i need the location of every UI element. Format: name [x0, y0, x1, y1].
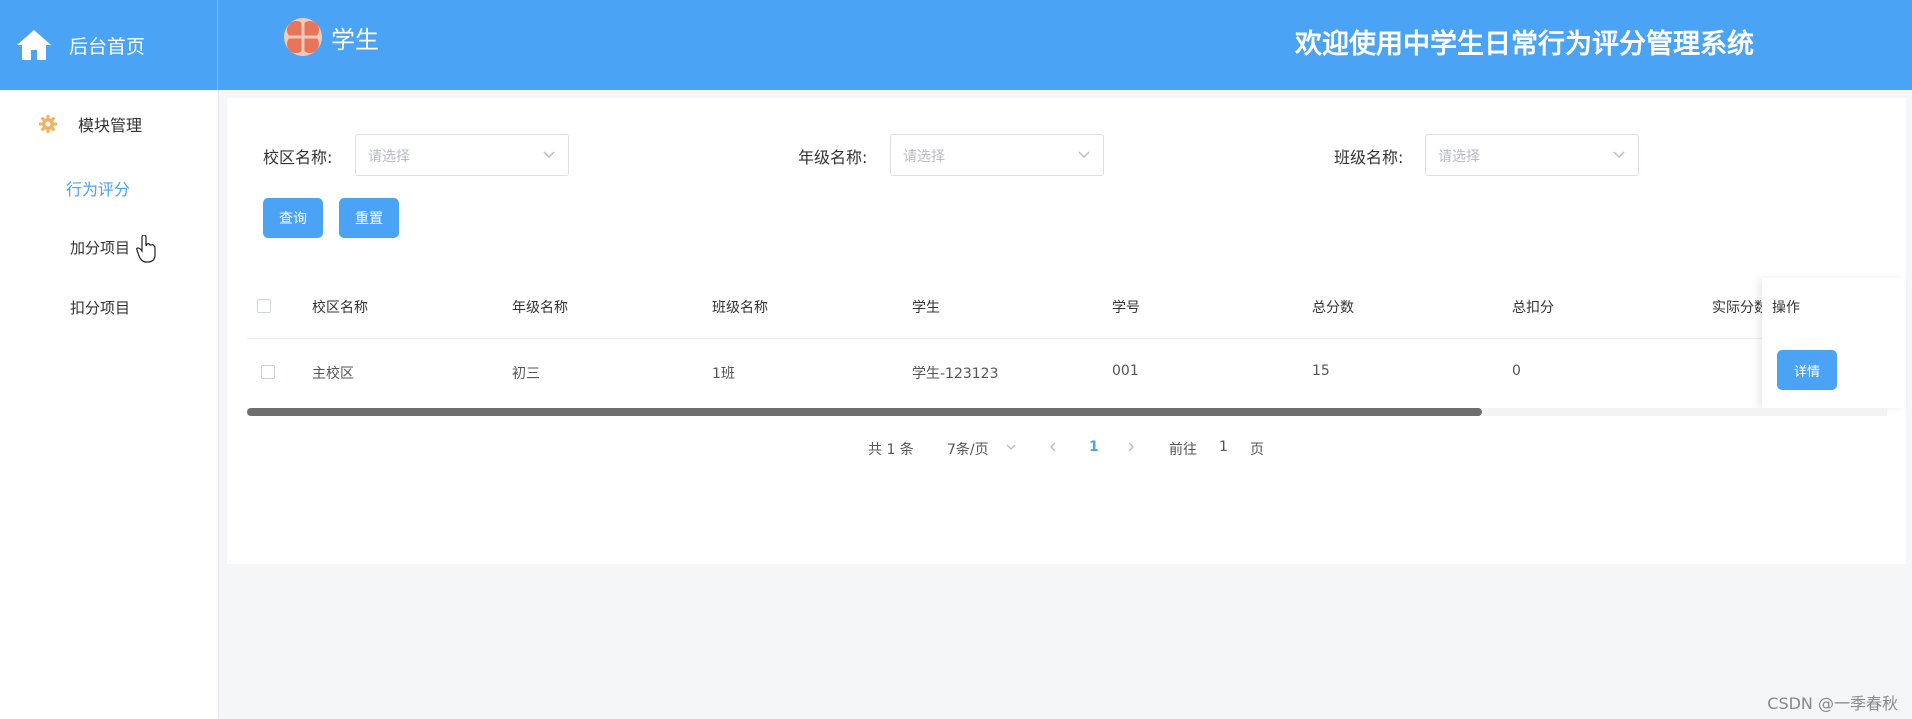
chevron-down-icon — [1613, 151, 1625, 158]
campus-filter-label: 校区名称: — [263, 148, 333, 167]
campus-select[interactable]: 请选择 — [355, 134, 569, 176]
cell-student-no: 001 — [1112, 363, 1139, 379]
column-header-action: 操作 — [1772, 300, 1800, 316]
cell-grade: 初三 — [512, 366, 540, 382]
class-filter-label: 班级名称: — [1334, 148, 1404, 167]
campus-select-placeholder: 请选择 — [368, 149, 410, 165]
class-select[interactable]: 请选择 — [1425, 134, 1639, 176]
reset-button[interactable]: 重置 — [339, 198, 399, 238]
cell-total-deduct: 0 — [1512, 363, 1521, 379]
column-header-student: 学生 — [912, 300, 940, 316]
user-info: 学生 — [284, 18, 379, 56]
sidebar-item-behavior-score[interactable]: 行为评分 — [66, 176, 130, 200]
chevron-down-icon[interactable] — [1005, 441, 1017, 453]
page-size-select[interactable]: 7条/页 — [947, 439, 989, 459]
sidebar: 模块管理 行为评分 加分项目 扣分项目 — [0, 90, 219, 719]
content-card: 校区名称: 请选择 年级名称: 请选择 班级名称: 请选择 查询 重置 校区名称… — [227, 98, 1906, 564]
column-header-grade: 年级名称 — [512, 300, 568, 316]
cell-class: 1班 — [712, 366, 735, 382]
column-header-total-score: 总分数 — [1312, 300, 1354, 316]
sidebar-item-bonus-items[interactable]: 加分项目 — [70, 237, 130, 258]
avatar — [284, 18, 322, 56]
grade-select-placeholder: 请选择 — [903, 149, 945, 165]
home-icon — [17, 30, 51, 60]
row-checkbox[interactable] — [261, 365, 275, 379]
fixed-action-column: 操作 详情 — [1762, 278, 1906, 408]
pagination-total: 共 1 条 — [868, 442, 914, 458]
grade-select[interactable]: 请选择 — [890, 134, 1104, 176]
module-menu-label: 模块管理 — [78, 116, 143, 135]
module-menu-header[interactable]: 模块管理 — [38, 112, 142, 136]
watermark: CSDN @一季春秋 — [1767, 694, 1898, 713]
column-header-total-deduct: 总扣分 — [1512, 300, 1554, 316]
gear-icon — [39, 115, 57, 133]
cell-student: 学生-123123 — [912, 366, 999, 382]
cell-total-score: 15 — [1312, 363, 1330, 379]
column-header-class: 班级名称 — [712, 300, 768, 316]
class-select-placeholder: 请选择 — [1438, 149, 1480, 165]
header-divider — [247, 338, 1887, 339]
home-label: 后台首页 — [69, 35, 146, 58]
prev-page-icon[interactable] — [1047, 441, 1059, 453]
current-page-number[interactable]: 1 — [1089, 439, 1099, 455]
welcome-title: 欢迎使用中学生日常行为评分管理系统 — [1295, 29, 1754, 60]
goto-page-input[interactable]: 1 — [1219, 439, 1228, 455]
chevron-down-icon — [1078, 151, 1090, 158]
cell-campus: 主校区 — [312, 366, 354, 382]
top-header: 后台首页 学生 欢迎使用中学生日常行为评分管理系统 — [0, 0, 1912, 90]
chevron-down-icon — [543, 151, 555, 158]
home-link[interactable]: 后台首页 — [0, 0, 218, 90]
sidebar-item-deduction-items[interactable]: 扣分项目 — [70, 297, 130, 318]
user-name: 学生 — [331, 25, 379, 54]
detail-button[interactable]: 详情 — [1777, 350, 1837, 390]
next-page-icon[interactable] — [1125, 441, 1137, 453]
grade-filter-label: 年级名称: — [798, 148, 868, 167]
column-header-campus: 校区名称 — [312, 300, 368, 316]
column-header-actual-score: 实际分数 — [1712, 300, 1762, 316]
query-button[interactable]: 查询 — [263, 198, 323, 238]
column-header-student-no: 学号 — [1112, 300, 1140, 316]
goto-prefix: 前往 — [1169, 442, 1197, 458]
select-all-checkbox[interactable] — [257, 299, 271, 313]
goto-suffix: 页 — [1250, 442, 1264, 458]
horizontal-scrollbar-thumb[interactable] — [247, 408, 1482, 416]
hand-cursor-icon — [136, 235, 156, 263]
